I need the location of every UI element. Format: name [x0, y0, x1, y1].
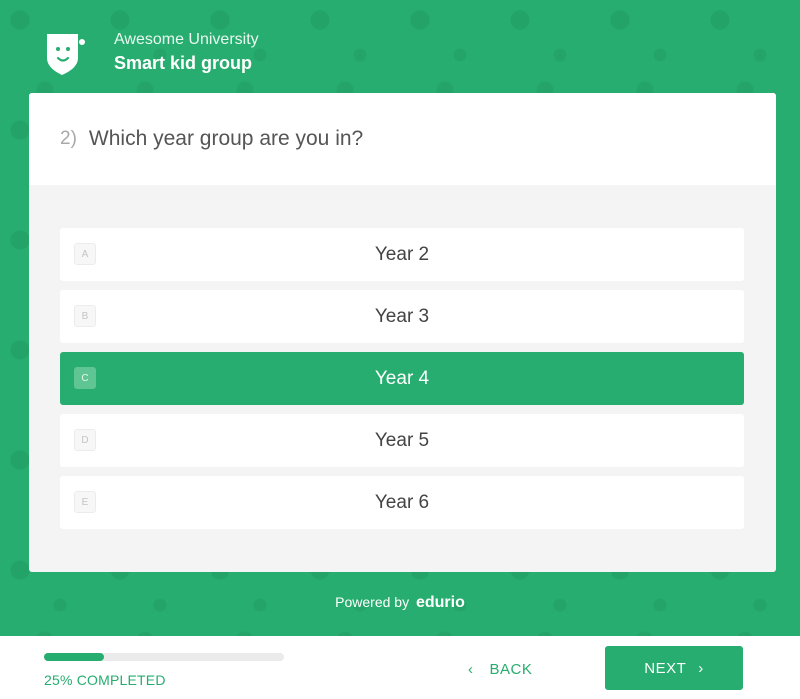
option-year-3[interactable]: B Year 3 [60, 290, 744, 343]
smiley-shield-logo-icon [44, 30, 86, 76]
option-year-6[interactable]: E Year 6 [60, 476, 744, 529]
option-key: B [74, 305, 96, 327]
group-name: Smart kid group [114, 53, 253, 73]
option-label: Year 2 [374, 243, 430, 265]
edurio-brand-link[interactable]: edurio [416, 594, 465, 611]
option-label: Year 6 [374, 491, 430, 513]
option-year-4[interactable]: C Year 4 [60, 352, 744, 405]
chevron-left-icon: ‹ [468, 660, 474, 678]
progress-bar-fill [44, 653, 104, 661]
option-label: Year 3 [374, 305, 430, 327]
header-titles: Awesome University Smart kid group [114, 30, 259, 76]
option-key: E [74, 491, 96, 513]
chevron-right-icon: › [698, 659, 704, 677]
option-year-2[interactable]: A Year 2 [60, 228, 744, 281]
option-key: A [74, 243, 96, 265]
header: Awesome University Smart kid group [44, 28, 259, 78]
question-number: 2) [60, 128, 77, 149]
option-key: D [74, 429, 96, 451]
option-label: Year 4 [374, 367, 430, 389]
next-button-label: NEXT [644, 659, 687, 677]
option-key: C [74, 367, 96, 389]
back-button-label: BACK [489, 660, 533, 678]
organization-name: Awesome University [114, 31, 259, 48]
question-header: 2) Which year group are you in? [29, 93, 776, 185]
question-card: 2) Which year group are you in? A Year 2… [29, 93, 776, 572]
question-text: Which year group are you in? [88, 127, 364, 150]
powered-by: Powered by edurio [0, 594, 800, 612]
progress-text: 25% COMPLETED [44, 672, 166, 688]
progress-bar [44, 653, 284, 661]
footer-bar: 25% COMPLETED ‹ BACK NEXT › [0, 636, 800, 699]
option-label: Year 5 [374, 429, 430, 451]
next-button[interactable]: NEXT › [605, 646, 743, 690]
options-list: A Year 2 B Year 3 C Year 4 D Year 5 E Ye… [60, 228, 744, 538]
back-button[interactable]: ‹ BACK [468, 656, 532, 682]
powered-by-prefix: Powered by [335, 594, 410, 610]
option-year-5[interactable]: D Year 5 [60, 414, 744, 467]
